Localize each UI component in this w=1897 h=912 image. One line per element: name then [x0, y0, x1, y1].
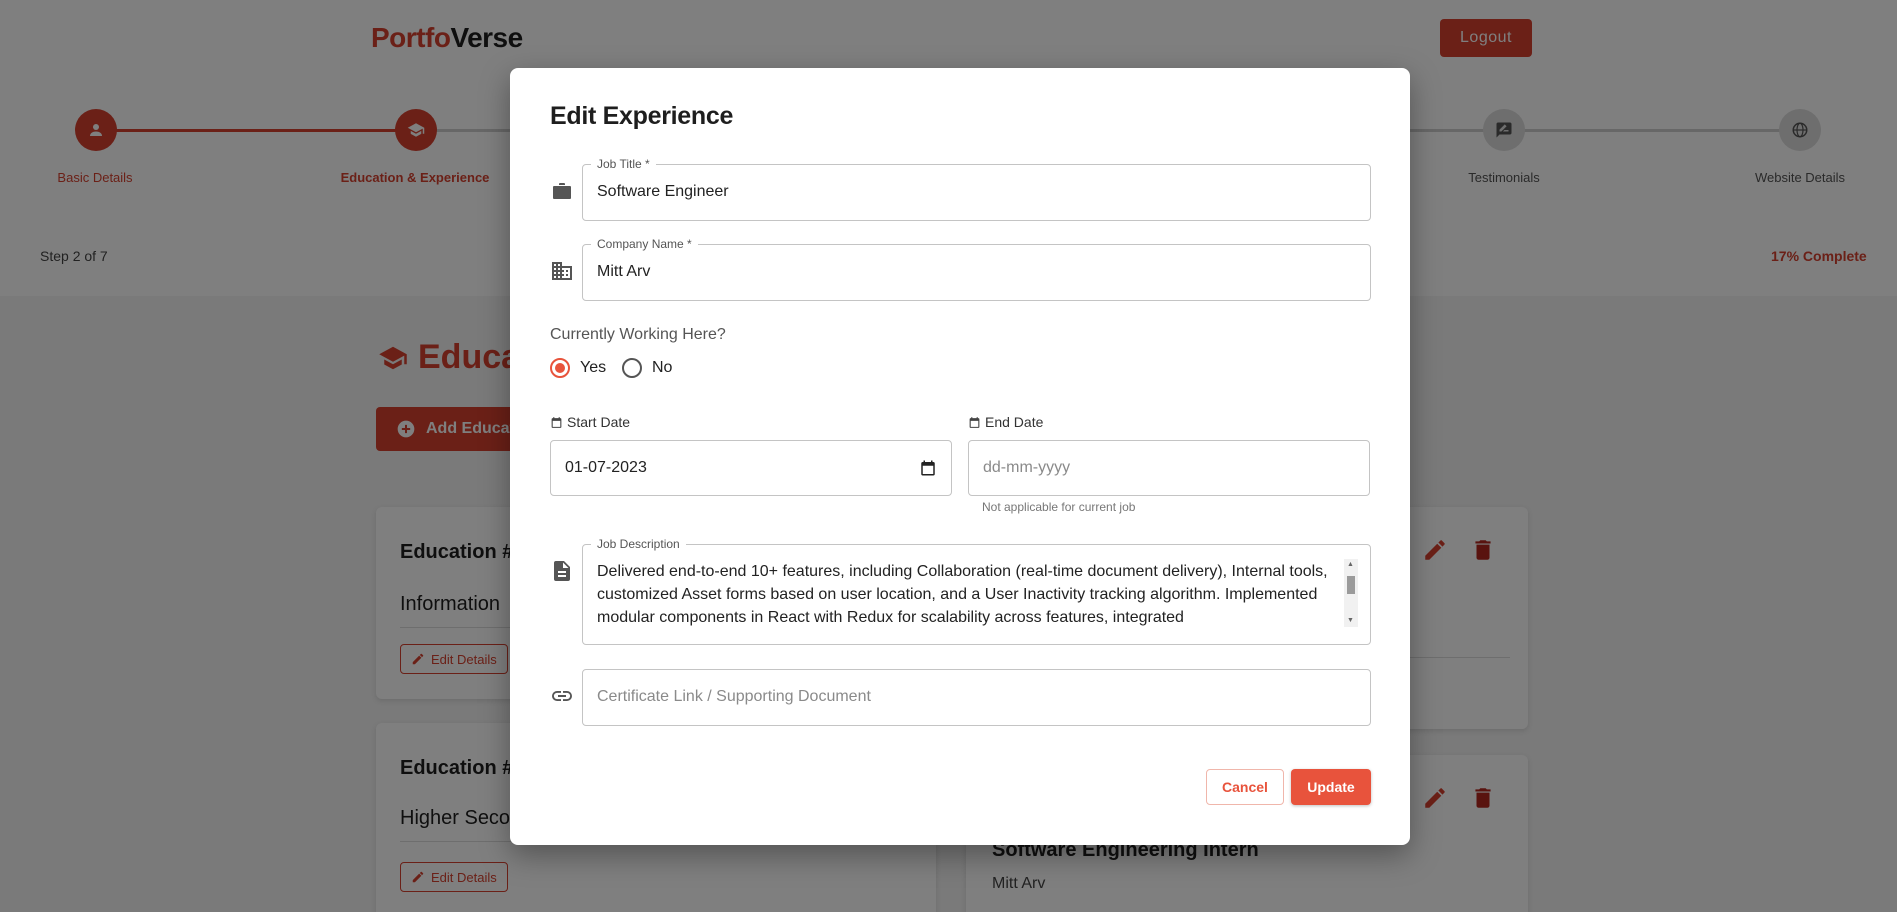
- edit-experience-dialog: Edit Experience Job Title * Software Eng…: [510, 68, 1410, 845]
- scrollbar-thumb[interactable]: [1347, 576, 1355, 594]
- radio-button-unchecked[interactable]: [622, 358, 642, 378]
- certificate-link-placeholder: Certificate Link / Supporting Document: [597, 688, 871, 705]
- certificate-link-field[interactable]: Certificate Link / Supporting Document: [582, 669, 1371, 726]
- job-description-label: Job Description: [591, 537, 686, 551]
- company-name-value: Mitt Arv: [597, 263, 651, 280]
- job-title-label: Job Title *: [591, 157, 656, 171]
- calendar-icon[interactable]: [919, 459, 937, 477]
- end-date-helper-text: Not applicable for current job: [982, 500, 1136, 514]
- start-date-label: Start Date: [550, 414, 630, 430]
- end-date-input[interactable]: dd-mm-yyyy: [968, 440, 1370, 496]
- company-name-label: Company Name *: [591, 237, 698, 251]
- scroll-down-arrow-icon[interactable]: ▼: [1347, 617, 1354, 625]
- building-icon: [552, 262, 572, 280]
- scroll-up-arrow-icon[interactable]: ▲: [1347, 561, 1354, 569]
- radio-yes[interactable]: Yes: [550, 358, 606, 378]
- company-name-field[interactable]: Company Name * Mitt Arv: [582, 237, 1371, 301]
- end-date-label: End Date: [968, 414, 1043, 430]
- job-title-field[interactable]: Job Title * Software Engineer: [582, 157, 1371, 221]
- calendar-icon: [969, 416, 980, 428]
- cancel-button[interactable]: Cancel: [1206, 769, 1284, 805]
- job-description-text[interactable]: Delivered end-to-end 10+ features, inclu…: [597, 560, 1337, 630]
- description-icon: [554, 561, 570, 581]
- dialog-title: Edit Experience: [550, 102, 734, 130]
- job-description-field[interactable]: Job Description Delivered end-to-end 10+…: [582, 537, 1371, 645]
- briefcase-icon: [553, 183, 571, 199]
- start-date-input[interactable]: 01-07-2023: [550, 440, 952, 496]
- radio-button-checked[interactable]: [550, 358, 570, 378]
- radio-no[interactable]: No: [622, 358, 672, 378]
- calendar-icon: [551, 416, 562, 428]
- currently-working-label: Currently Working Here?: [550, 326, 726, 343]
- link-icon: [552, 691, 572, 701]
- job-title-value: Software Engineer: [597, 183, 729, 200]
- update-button[interactable]: Update: [1291, 769, 1371, 805]
- textarea-scrollbar[interactable]: ▲ ▼: [1344, 559, 1358, 627]
